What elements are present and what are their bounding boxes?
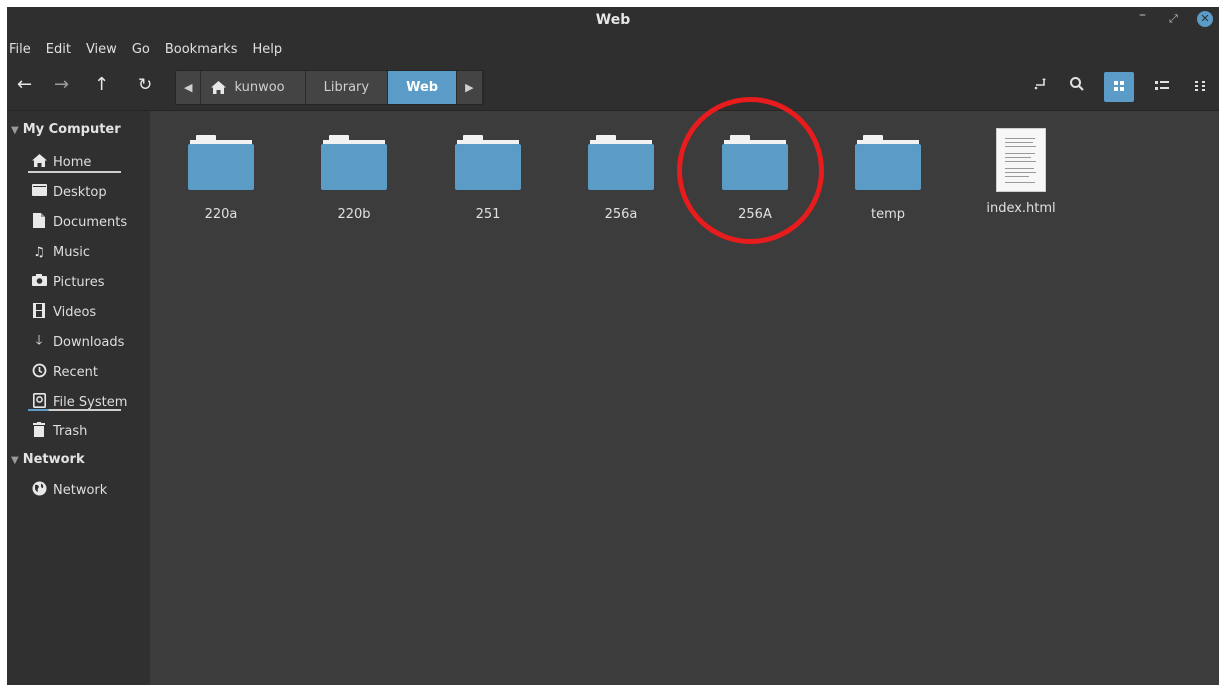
folder-item[interactable]: 256a	[571, 135, 671, 222]
menu-view[interactable]: View	[83, 42, 126, 57]
sidebar-item-music[interactable]: ♫ Music	[31, 241, 90, 263]
sidebar-item-label: Videos	[53, 304, 97, 320]
folder-item[interactable]: 220b	[304, 135, 404, 222]
sidebar-item-home[interactable]: Home	[31, 151, 91, 173]
sidebar-item-label: Trash	[53, 423, 88, 439]
expand-triangle-icon: ▼	[11, 455, 19, 466]
html-file-icon	[997, 129, 1045, 191]
file-name: 220a	[204, 207, 238, 222]
sidebar-item-label: Downloads	[53, 334, 125, 350]
file-name: 251	[475, 207, 501, 222]
folder-icon	[188, 135, 254, 191]
sidebar-item-pictures[interactable]: Pictures	[31, 271, 104, 293]
breadcrumb-web[interactable]: Web	[388, 71, 458, 104]
menu-edit[interactable]: Edit	[43, 42, 80, 57]
sidebar-item-videos[interactable]: Videos	[31, 301, 96, 323]
section-label: My Computer	[22, 122, 121, 137]
breadcrumb-library[interactable]: Library	[305, 71, 389, 104]
menu-go[interactable]: Go	[129, 42, 159, 57]
sidebar-item-label: Pictures	[53, 274, 105, 290]
window-title: Web	[595, 12, 631, 28]
sidebar-section-my-computer[interactable]: ▼ My Computer	[11, 122, 121, 137]
recent-icon	[31, 363, 47, 382]
compact-view-icon[interactable]	[1186, 72, 1216, 102]
sidebar-item-documents[interactable]: Documents	[31, 211, 127, 233]
sidebar-item-downloads[interactable]: 🡓 Downloads	[31, 331, 125, 353]
sidebar-section-network[interactable]: ▼ Network	[11, 452, 85, 467]
home-icon	[31, 153, 47, 171]
breadcrumb-left-arrow-icon[interactable]: ◀	[176, 71, 202, 104]
download-icon: 🡓	[35, 333, 43, 348]
expand-triangle-icon: ▼	[11, 125, 19, 136]
file-name: temp	[870, 207, 905, 222]
folder-icon	[588, 135, 654, 191]
folder-item[interactable]: 220a	[171, 135, 271, 222]
sidebar-item-label: Desktop	[53, 184, 107, 200]
toolbar: ← → ↑ ↻ ◀ kunwoo Library Web ▶	[7, 64, 1219, 111]
home-usage-bar	[28, 171, 121, 173]
sidebar-item-recent[interactable]: Recent	[31, 361, 98, 383]
menu-bookmarks[interactable]: Bookmarks	[162, 42, 247, 57]
trash-icon	[31, 421, 47, 441]
up-arrow-icon[interactable]: ↑	[94, 75, 109, 95]
list-view-icon[interactable]	[1147, 72, 1177, 102]
folder-item[interactable]: temp	[838, 135, 938, 222]
folder-icon	[855, 135, 921, 191]
document-icon	[31, 212, 47, 232]
breadcrumb-kunwoo[interactable]: kunwoo	[201, 71, 306, 104]
sidebar-item-label: Documents	[53, 214, 128, 230]
sidebar-item-label: File System	[53, 394, 128, 410]
restore-button[interactable]: ⤢	[1169, 12, 1178, 26]
forward-arrow-icon[interactable]: →	[54, 75, 69, 95]
camera-icon	[31, 274, 47, 290]
folder-item[interactable]: 251	[438, 135, 538, 222]
sidebar: ▼ My Computer Home Desktop Documents ♫ Mus…	[7, 111, 150, 685]
icon-view-icon[interactable]	[1104, 72, 1134, 102]
sidebar-item-label: Music	[53, 244, 90, 260]
file-name: index.html	[986, 201, 1056, 216]
breadcrumb-label: kunwoo	[234, 80, 285, 95]
breadcrumb-right-arrow-icon[interactable]: ▶	[457, 71, 483, 104]
title-bar: Web – ⤢ ✕	[7, 7, 1219, 34]
back-arrow-icon[interactable]: ←	[17, 75, 32, 95]
sidebar-item-trash[interactable]: Trash	[31, 420, 87, 442]
desktop-icon	[31, 184, 47, 200]
film-icon	[31, 302, 47, 322]
sidebar-item-network[interactable]: Network	[31, 479, 107, 501]
sidebar-item-label: Home	[53, 154, 92, 170]
file-manager-window: Web – ⤢ ✕ File Edit View Go Bookmarks He…	[7, 7, 1219, 685]
file-system-usage-bar	[28, 409, 121, 411]
file-name: 256a	[604, 207, 638, 222]
file-name: 220b	[337, 207, 371, 222]
reload-icon[interactable]: ↻	[138, 75, 152, 95]
menu-file[interactable]: File	[7, 42, 40, 57]
sidebar-item-label: Network	[53, 482, 108, 498]
menu-bar: File Edit View Go Bookmarks Help	[7, 34, 1219, 64]
sidebar-item-label: Recent	[53, 364, 98, 380]
menu-help[interactable]: Help	[249, 42, 291, 57]
file-item[interactable]: index.html	[971, 129, 1071, 216]
search-icon[interactable]	[1062, 72, 1092, 102]
red-circle-annotation	[677, 97, 824, 244]
minimize-button[interactable]: –	[1139, 7, 1146, 23]
section-label: Network	[22, 452, 85, 467]
folder-icon	[455, 135, 521, 191]
folder-icon	[321, 135, 387, 191]
breadcrumb: ◀ kunwoo Library Web ▶	[175, 70, 484, 105]
close-button[interactable]: ✕	[1197, 11, 1213, 27]
music-icon: ♫	[33, 244, 45, 260]
globe-icon	[31, 481, 47, 500]
sidebar-item-desktop[interactable]: Desktop	[31, 181, 107, 203]
home-icon	[211, 81, 227, 94]
toggle-location-icon[interactable]	[1025, 72, 1055, 102]
